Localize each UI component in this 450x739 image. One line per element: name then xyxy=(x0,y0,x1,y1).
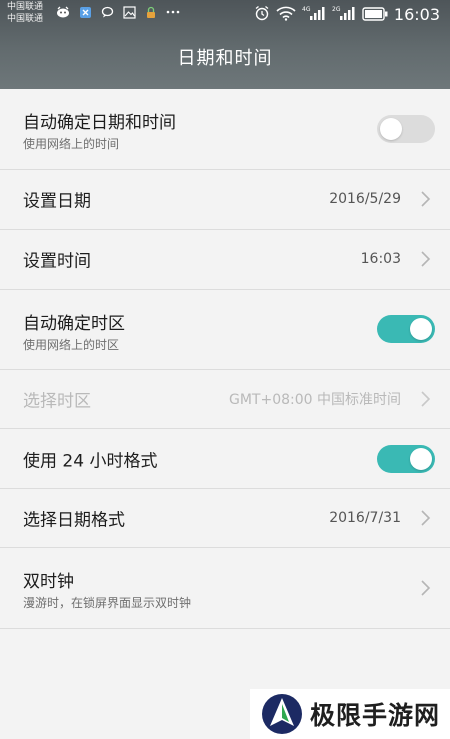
chat-icon xyxy=(100,5,114,19)
toggle-knob xyxy=(410,318,432,340)
setting-value: 16:03 xyxy=(360,251,401,267)
setting-set-date[interactable]: 设置日期 2016/5/29 xyxy=(0,170,450,230)
system-status-icons: 4G 2G 16:03 xyxy=(254,5,440,25)
chevron-right-icon xyxy=(421,510,431,526)
app-badge-icon xyxy=(78,5,92,19)
alarm-icon xyxy=(254,5,270,25)
site-logo-icon xyxy=(262,694,302,734)
chevron-right-icon xyxy=(421,251,431,267)
chevron-right-icon xyxy=(421,391,431,407)
setting-set-time[interactable]: 设置时间 16:03 xyxy=(0,229,450,290)
more-icon xyxy=(166,5,180,19)
setting-value: GMT+08:00 中国标准时间 xyxy=(228,391,401,408)
page-title: 日期和时间 xyxy=(177,48,273,69)
settings-list: 自动确定日期和时间 使用网络上的时间 设置日期 2016/5/29 设置时间 1… xyxy=(0,89,450,629)
wifi-icon xyxy=(276,6,296,25)
app-header: 中国联通 中国联通 4G 2G 16:03 日期和时间 xyxy=(0,0,450,89)
setting-subtitle: 使用网络上的时区 xyxy=(23,337,120,352)
setting-title: 使用 24 小时格式 xyxy=(23,451,158,471)
carrier-1: 中国联通 xyxy=(7,2,44,12)
setting-dual-clock[interactable]: 双时钟 漫游时，在锁屏界面显示双时钟 xyxy=(0,548,450,629)
auto-timezone-toggle[interactable] xyxy=(377,315,435,343)
setting-title: 自动确定时区 xyxy=(23,313,125,334)
setting-title: 自动确定日期和时间 xyxy=(23,113,176,133)
setting-auto-timezone[interactable]: 自动确定时区 使用网络上的时区 xyxy=(0,289,450,370)
24-hour-toggle[interactable] xyxy=(377,444,435,473)
auto-datetime-toggle[interactable] xyxy=(377,115,435,143)
toggle-knob xyxy=(380,118,402,140)
signal-4g-icon: 4G xyxy=(302,5,326,25)
setting-title: 设置日期 xyxy=(23,191,91,212)
notification-icons xyxy=(56,5,180,19)
battery-icon xyxy=(362,6,388,25)
setting-subtitle: 使用网络上的时间 xyxy=(23,137,120,151)
net-2g-label: 2G xyxy=(332,6,341,13)
setting-subtitle: 漫游时，在锁屏界面显示双时钟 xyxy=(23,596,192,610)
mascot-icon xyxy=(56,5,70,19)
carrier-info: 中国联通 中国联通 xyxy=(7,1,43,25)
signal-2g-icon: 2G xyxy=(332,5,356,25)
lock-icon xyxy=(144,5,158,19)
setting-date-format[interactable]: 选择日期格式 2016/7/31 xyxy=(0,489,450,548)
site-watermark: 极限手游网 xyxy=(250,689,450,739)
chevron-right-icon xyxy=(421,191,431,207)
chevron-right-icon xyxy=(421,580,431,596)
toggle-knob xyxy=(410,447,432,470)
net-4g-label: 4G xyxy=(302,6,311,13)
setting-title: 双时钟 xyxy=(23,572,74,592)
setting-select-timezone[interactable]: 选择时区 GMT+08:00 中国标准时间 xyxy=(0,369,450,429)
carrier-2: 中国联通 xyxy=(7,14,44,24)
setting-value: 2016/5/29 xyxy=(329,191,401,208)
setting-value: 2016/7/31 xyxy=(329,510,401,526)
setting-title: 选择时区 xyxy=(23,391,91,412)
setting-title: 设置时间 xyxy=(23,251,91,272)
setting-auto-datetime[interactable]: 自动确定日期和时间 使用网络上的时间 xyxy=(0,89,450,170)
status-time: 16:03 xyxy=(393,5,440,24)
image-icon xyxy=(122,5,136,19)
setting-24-hour-format[interactable]: 使用 24 小时格式 xyxy=(0,429,450,489)
setting-title: 选择日期格式 xyxy=(23,510,125,531)
watermark-text: 极限手游网 xyxy=(310,701,441,730)
status-bar: 中国联通 中国联通 4G 2G 16:03 xyxy=(0,0,450,30)
